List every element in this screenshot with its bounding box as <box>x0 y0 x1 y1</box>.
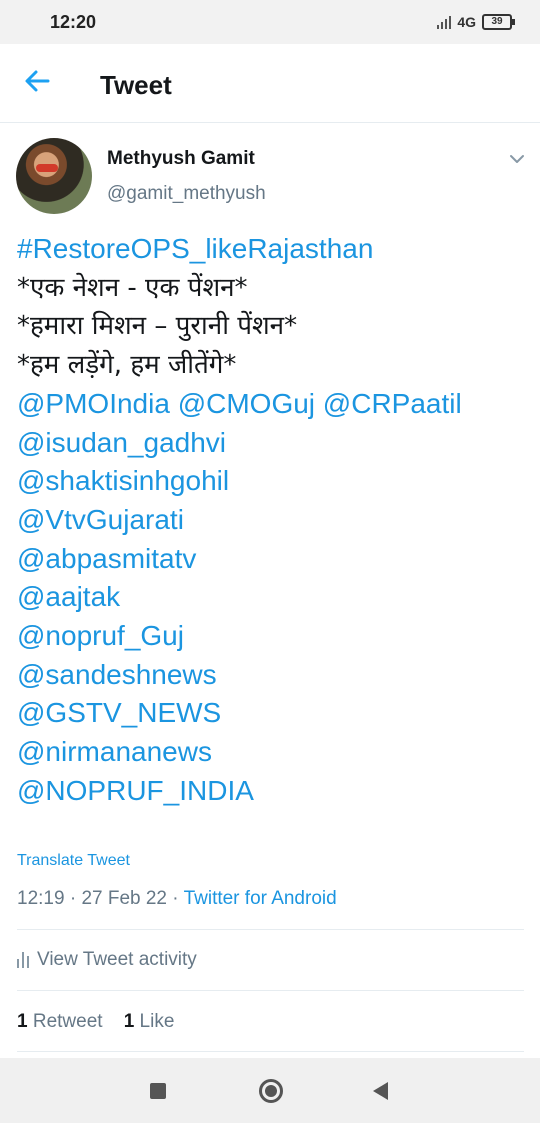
back-arrow-icon[interactable] <box>22 66 56 100</box>
avatar[interactable] <box>16 138 92 214</box>
status-indicators: 4G 39 <box>437 14 515 30</box>
mention-link[interactable]: @shaktisinhgohil <box>17 462 527 501</box>
author-handle[interactable]: @gamit_methyush <box>107 183 266 205</box>
signal-icon <box>437 15 452 29</box>
divider <box>17 1051 524 1052</box>
retweet-count-link[interactable]: 1 Retweet <box>17 1011 103 1032</box>
mention-link[interactable]: @aajtak <box>17 578 527 617</box>
divider <box>17 990 524 991</box>
tweet-time: 12:19 <box>17 888 65 909</box>
tweet-date: 27 Feb 22 <box>81 888 168 909</box>
mention-link[interactable]: @nopruf_Guj <box>17 617 527 656</box>
battery-icon: 39 <box>482 14 515 30</box>
mention-link[interactable]: @VtvGujarati <box>17 501 527 540</box>
page-title: Tweet <box>100 70 172 100</box>
status-time: 12:20 <box>50 12 97 32</box>
tweet-meta: 12:19 · 27 Feb 22 · Twitter for Android <box>17 888 337 909</box>
mention-link[interactable]: @NOPRUF_INDIA <box>17 772 527 811</box>
tweet-text-line: *हमारा मिशन – पुरानी पेंशन* <box>17 311 298 342</box>
tweet-source-link[interactable]: Twitter for Android <box>184 888 337 909</box>
system-nav-bar <box>0 1058 540 1123</box>
activity-label: View Tweet activity <box>37 949 197 970</box>
tweet-text-line: *हम लड़ेंगे, हम जीतेंगे* <box>17 350 237 381</box>
mention-link[interactable]: @isudan_gadhvi <box>17 424 527 463</box>
back-icon[interactable] <box>373 1082 388 1100</box>
recents-icon[interactable] <box>150 1083 166 1099</box>
status-bar: 12:20 4G 39 <box>0 0 540 44</box>
network-type: 4G <box>457 14 476 30</box>
tweet-text-line: *एक नेशन - एक पेंशन* <box>17 272 248 303</box>
mention-link[interactable]: @GSTV_NEWS <box>17 694 527 733</box>
engagement-counts: 1 Retweet 1 Like <box>17 1011 174 1033</box>
mention-link[interactable]: @nirmananews <box>17 733 527 772</box>
chevron-down-icon[interactable] <box>508 150 526 168</box>
mention-link[interactable]: @abpasmitatv <box>17 540 527 579</box>
author-name[interactable]: Methyush Gamit <box>107 148 255 170</box>
view-tweet-activity-button[interactable]: View Tweet activity <box>17 949 197 971</box>
mention-link[interactable]: @PMOIndia @CMOGuj @CRPaatil <box>17 385 527 424</box>
analytics-icon <box>17 952 29 968</box>
top-app-bar: Tweet <box>0 44 540 123</box>
home-icon[interactable] <box>259 1079 283 1103</box>
mention-link[interactable]: @sandeshnews <box>17 656 527 695</box>
like-count-link[interactable]: 1 Like <box>124 1011 175 1032</box>
translate-tweet-link[interactable]: Translate Tweet <box>17 852 130 870</box>
hashtag-link[interactable]: #RestoreOPS_likeRajasthan <box>17 230 527 269</box>
divider <box>17 929 524 930</box>
tweet-text: #RestoreOPS_likeRajasthan *एक नेशन - एक … <box>17 230 527 811</box>
